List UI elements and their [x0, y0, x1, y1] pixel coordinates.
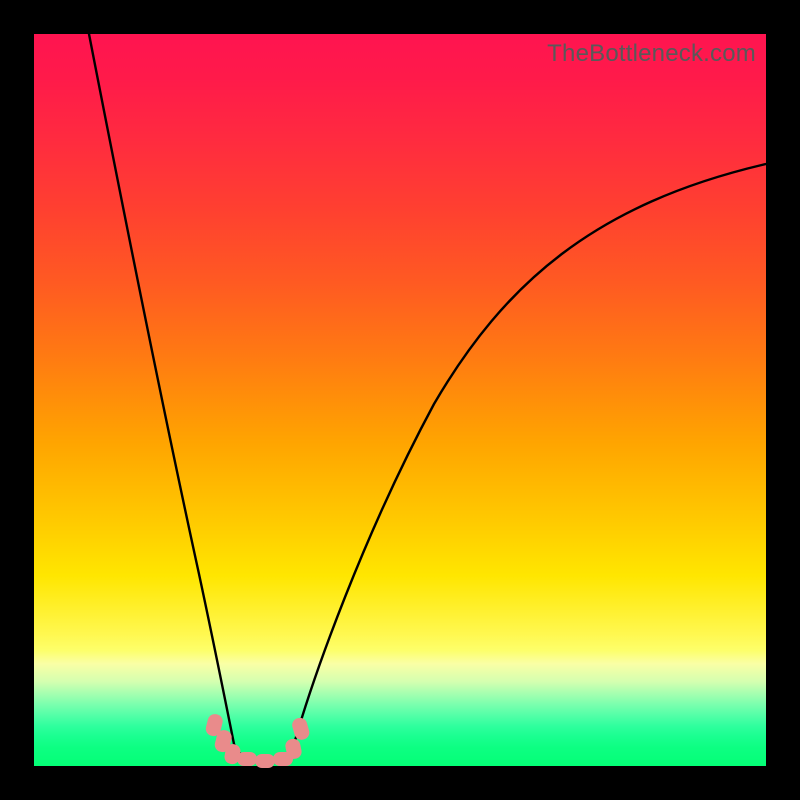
marker-group — [204, 713, 311, 768]
marker-dot — [237, 752, 257, 766]
marker-dot — [255, 754, 275, 768]
marker-dot — [291, 716, 311, 741]
chart-frame: TheBottleneck.com — [0, 0, 800, 800]
curve-layer — [34, 34, 766, 766]
bottleneck-curve — [89, 34, 766, 761]
plot-area: TheBottleneck.com — [34, 34, 766, 766]
